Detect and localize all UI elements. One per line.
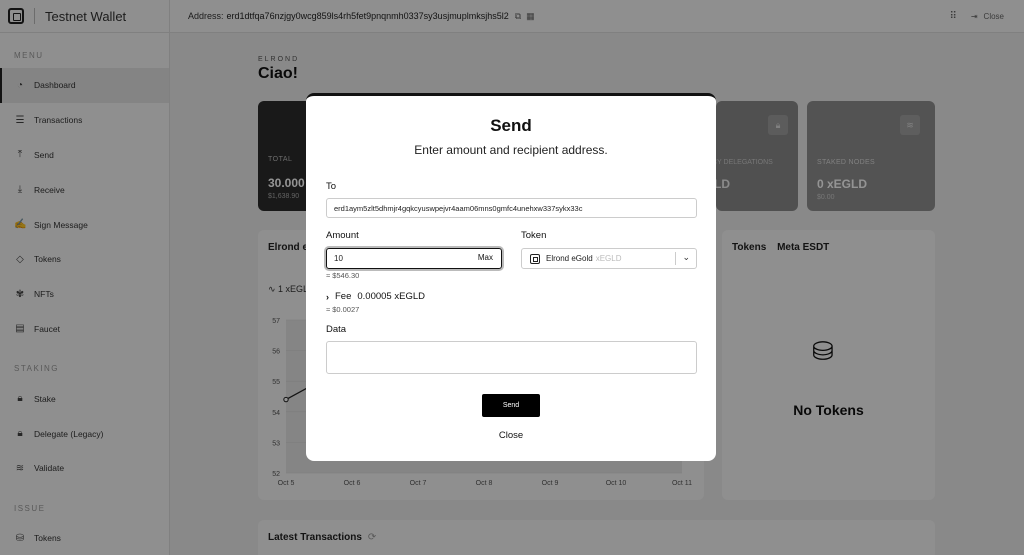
token-label: Token: [521, 230, 547, 241]
to-label: To: [326, 181, 337, 192]
amount-input[interactable]: 10 Max: [326, 248, 502, 269]
egld-token-icon: [530, 253, 540, 264]
recipient-address-input[interactable]: erd1aym5zlt5dhmjr4gqkcyuswpejvr4aam06mns…: [326, 198, 697, 218]
amount-value: 10: [334, 254, 343, 263]
modal-title: Send: [490, 116, 532, 135]
divider: [675, 252, 676, 265]
data-textarea[interactable]: [326, 341, 697, 374]
chevron-down-icon[interactable]: ⌄: [682, 252, 690, 263]
token-name: Elrond eGold: [546, 254, 593, 263]
data-label: Data: [326, 324, 347, 335]
max-button[interactable]: Max: [478, 253, 493, 262]
amount-usd: ≈ $546.30: [326, 271, 360, 280]
token-ticker: xEGLD: [595, 254, 622, 263]
send-button[interactable]: Send: [482, 394, 540, 417]
send-modal: Send Enter amount and recipient address.…: [306, 93, 716, 461]
fee-usd: ≈ $0.0027: [326, 305, 360, 314]
fee-toggle[interactable]: › Fee 0.00005 xEGLD: [326, 291, 425, 302]
fee-value: 0.00005 xEGLD: [357, 291, 425, 302]
amount-label: Amount: [326, 230, 359, 241]
close-button[interactable]: Close: [306, 430, 716, 441]
modal-subtitle: Enter amount and recipient address.: [414, 143, 608, 157]
token-select[interactable]: Elrond eGold xEGLD ⌄: [521, 248, 697, 269]
chevron-right-icon: ›: [326, 291, 329, 302]
fee-label: Fee: [335, 291, 352, 302]
